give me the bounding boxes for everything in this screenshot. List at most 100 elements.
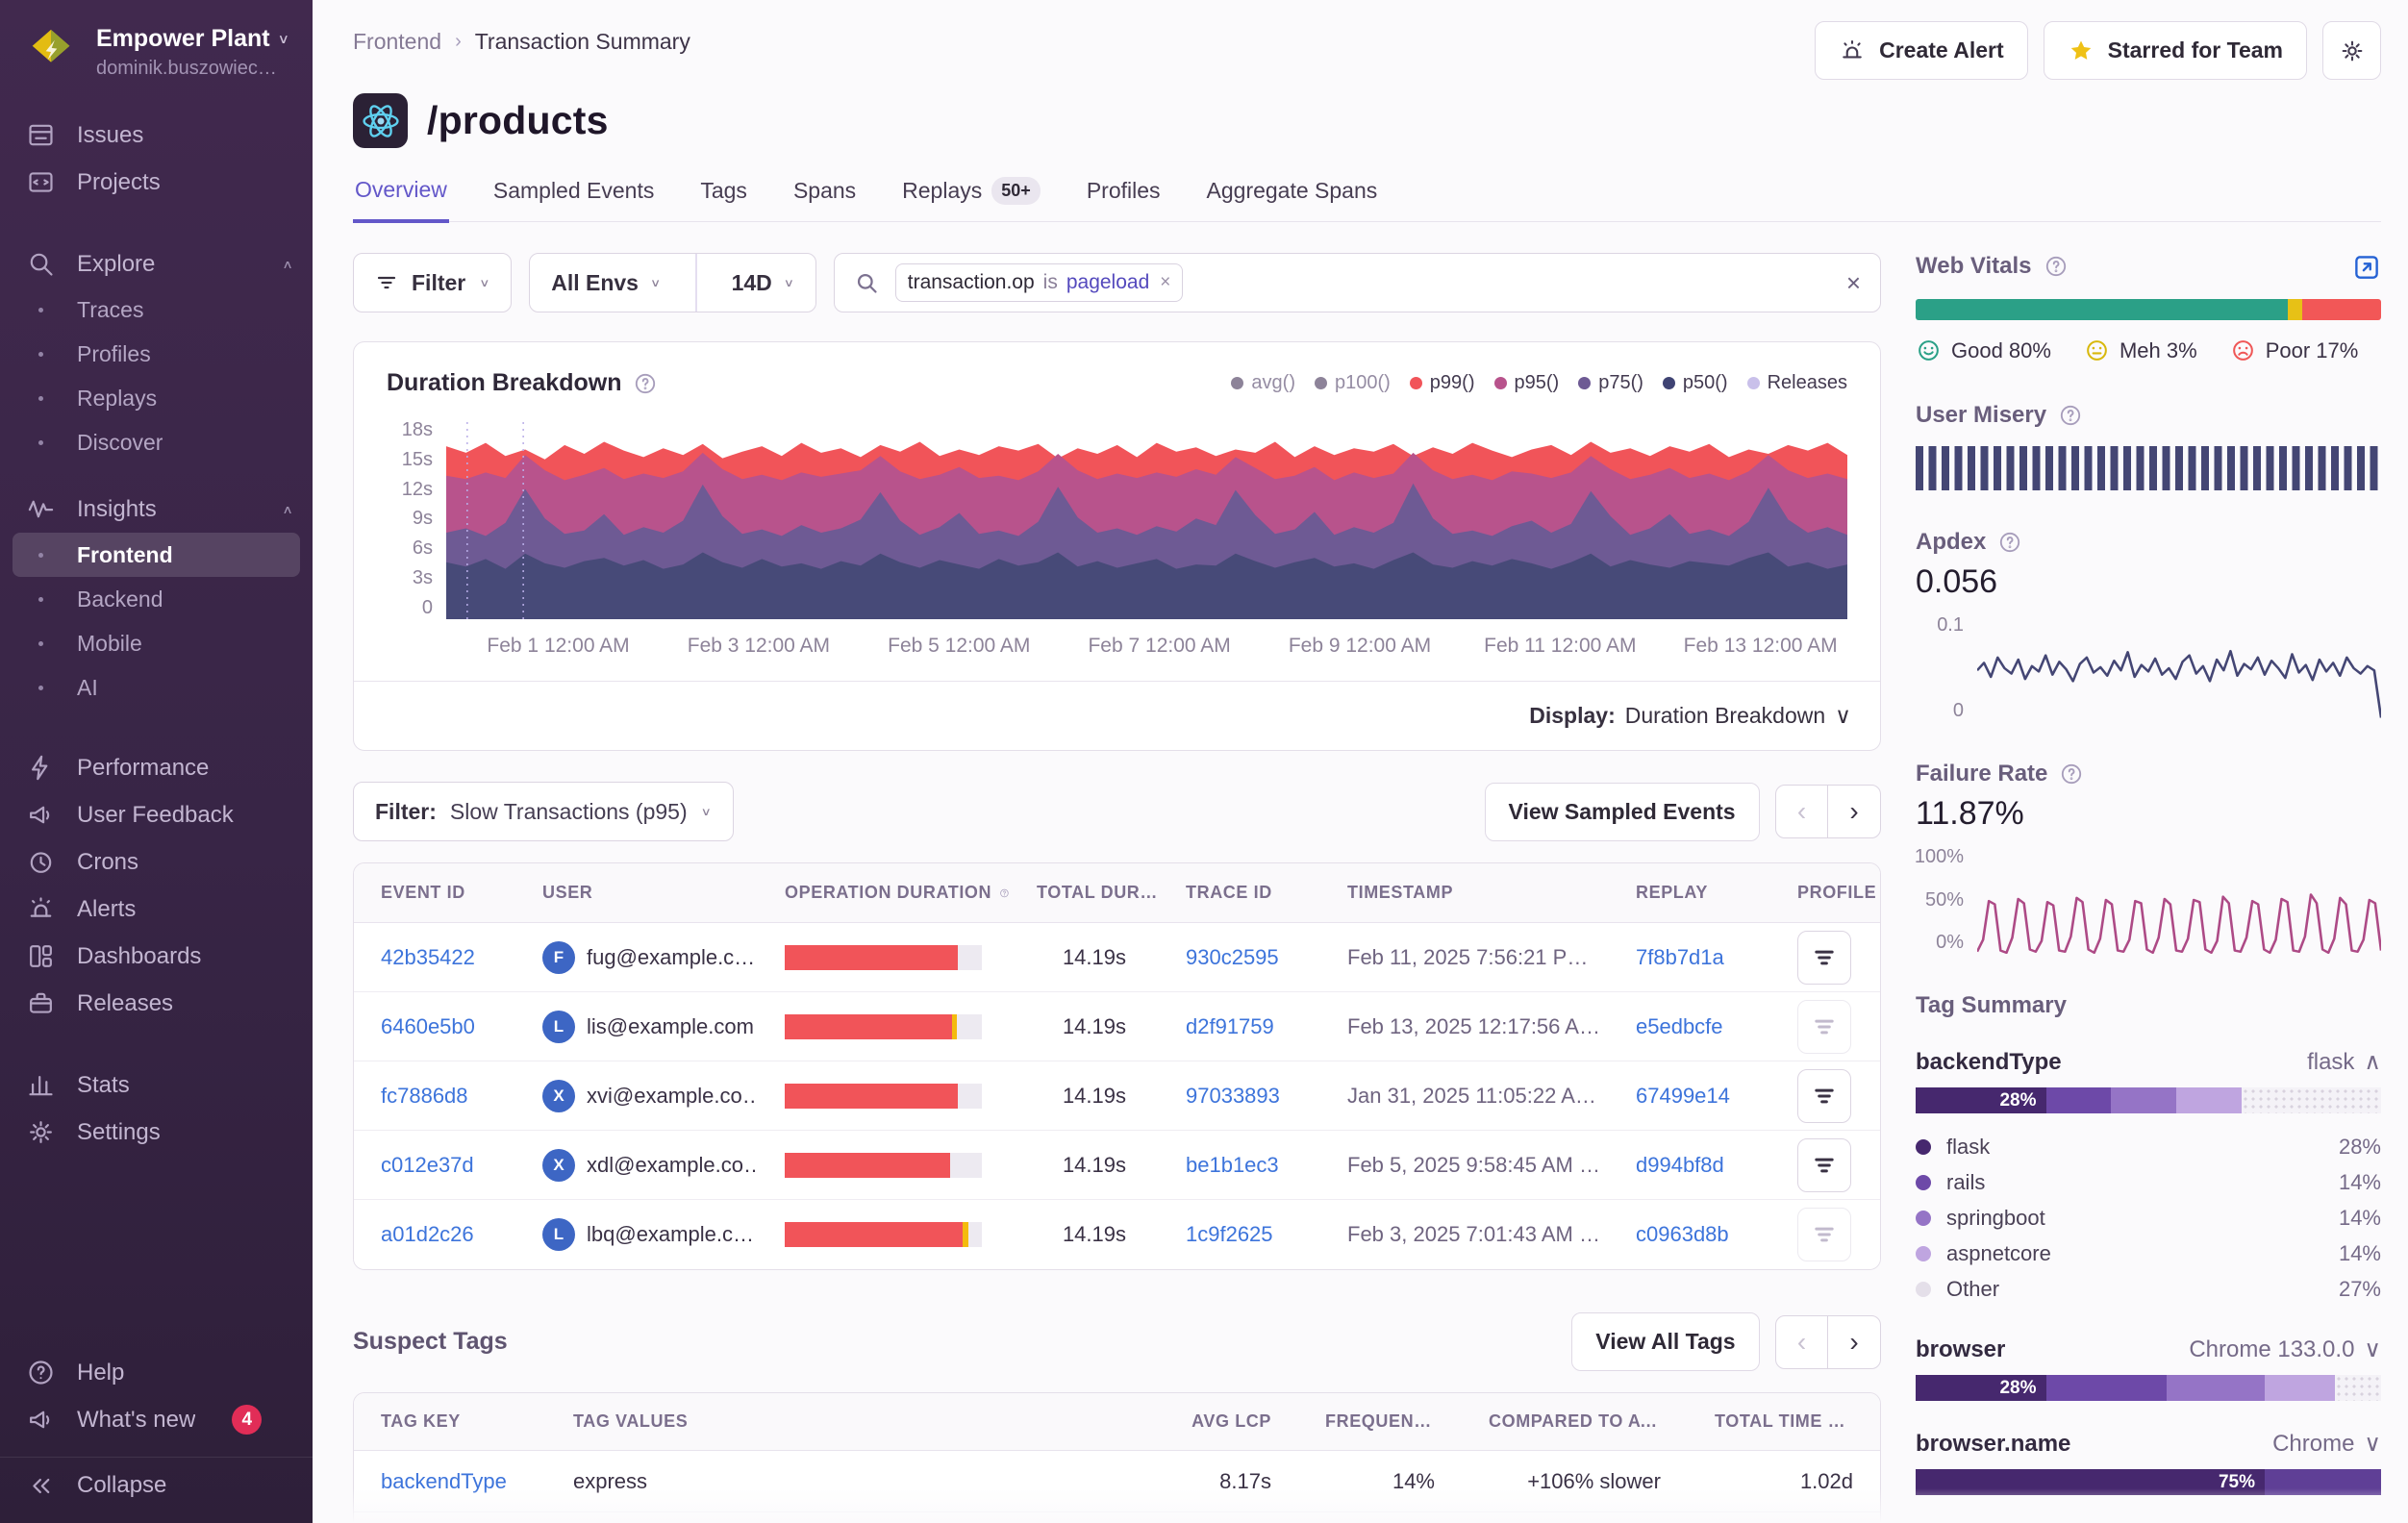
tag-distribution-bar[interactable]: 28% bbox=[1916, 1375, 2381, 1401]
period-dropdown[interactable]: 14D∨ bbox=[711, 254, 815, 312]
profile-button[interactable] bbox=[1797, 1069, 1851, 1123]
tag-legend-item[interactable]: rails 14% bbox=[1916, 1164, 2381, 1200]
display-dropdown[interactable]: Duration Breakdown∨ bbox=[1625, 703, 1851, 729]
sidebar-item-explore[interactable]: Explore ∧ bbox=[0, 240, 313, 287]
help-question-icon[interactable] bbox=[2058, 403, 2083, 428]
sidebar-item[interactable]: Dashboards bbox=[0, 933, 313, 980]
sidebar-subitem[interactable]: Traces bbox=[0, 287, 313, 332]
replay-link[interactable]: d994bf8d bbox=[1636, 1153, 1724, 1177]
sidebar-subitem[interactable]: Frontend bbox=[13, 533, 300, 577]
legend-item[interactable]: p100() bbox=[1315, 372, 1391, 394]
profile-button[interactable] bbox=[1797, 1208, 1851, 1261]
sidebar-collapse-button[interactable]: Collapse bbox=[0, 1457, 313, 1504]
legend-item[interactable]: p50() bbox=[1663, 372, 1728, 394]
search-input[interactable]: transaction.op is pageload × × bbox=[834, 253, 1881, 312]
help-question-icon[interactable] bbox=[999, 883, 1010, 904]
event-id-link[interactable]: fc7886d8 bbox=[381, 1084, 468, 1108]
sidebar-item[interactable]: Performance bbox=[0, 744, 313, 791]
profile-button[interactable] bbox=[1797, 931, 1851, 985]
sortable-column[interactable]: Total Time Lost ↓ bbox=[1688, 1411, 1880, 1432]
tag-value-dropdown[interactable]: Chrome 133.0.0∨ bbox=[2189, 1336, 2381, 1363]
replay-link[interactable]: e5edbcfe bbox=[1636, 1014, 1723, 1038]
tab[interactable]: Spans bbox=[791, 177, 858, 221]
tag-key-link[interactable]: backendType bbox=[381, 1469, 507, 1493]
tag-distribution-bar[interactable]: 75% bbox=[1916, 1469, 2381, 1495]
sidebar-item[interactable]: User Feedback bbox=[0, 791, 313, 838]
legend-item[interactable]: p95() bbox=[1494, 372, 1560, 394]
sidebar-subitem[interactable]: Profiles bbox=[0, 332, 313, 376]
trace-id-link[interactable]: be1b1ec3 bbox=[1186, 1153, 1279, 1177]
breadcrumb-frontend[interactable]: Frontend bbox=[353, 29, 441, 55]
trace-id-link[interactable]: 97033893 bbox=[1186, 1084, 1280, 1108]
replay-link[interactable]: c0963d8b bbox=[1636, 1222, 1729, 1246]
search-token-transaction-op[interactable]: transaction.op is pageload × bbox=[895, 263, 1184, 302]
pagination-next-button[interactable]: › bbox=[1827, 1315, 1881, 1369]
tag-legend-item[interactable]: springboot 14% bbox=[1916, 1200, 2381, 1236]
event-id-link[interactable]: c012e37d bbox=[381, 1153, 474, 1177]
tab[interactable]: Overview bbox=[353, 177, 449, 223]
help-question-icon[interactable] bbox=[633, 371, 658, 396]
sidebar-item[interactable]: Releases bbox=[0, 980, 313, 1027]
pagination-prev-button[interactable]: ‹ bbox=[1775, 785, 1829, 838]
create-alert-button[interactable]: Create Alert bbox=[1815, 21, 2028, 80]
duration-breakdown-chart[interactable] bbox=[446, 422, 1847, 619]
legend-item[interactable]: p99() bbox=[1410, 372, 1475, 394]
sidebar-item-insights[interactable]: Insights ∧ bbox=[0, 486, 313, 533]
tag-value-dropdown[interactable]: flask∧ bbox=[2307, 1048, 2381, 1076]
trace-id-link[interactable]: d2f91759 bbox=[1186, 1014, 1274, 1038]
sidebar-item[interactable]: Crons bbox=[0, 838, 313, 886]
trace-id-link[interactable]: 1c9f2625 bbox=[1186, 1222, 1273, 1246]
tag-legend-item[interactable]: Other 27% bbox=[1916, 1271, 2381, 1307]
sidebar-footer-item[interactable]: Help bbox=[0, 1349, 313, 1396]
search-clear-icon[interactable]: × bbox=[1846, 268, 1861, 298]
sidebar-item[interactable]: Projects bbox=[0, 159, 313, 206]
pagination-prev-button[interactable]: ‹ bbox=[1775, 1315, 1829, 1369]
event-id-link[interactable]: 6460e5b0 bbox=[381, 1014, 475, 1038]
view-sampled-events-button[interactable]: View Sampled Events bbox=[1485, 783, 1760, 841]
sidebar-item[interactable]: Stats bbox=[0, 1061, 313, 1109]
sidebar-item[interactable]: Alerts bbox=[0, 886, 313, 933]
sidebar-subitem[interactable]: Backend bbox=[0, 577, 313, 621]
event-id-link[interactable]: a01d2c26 bbox=[381, 1222, 474, 1246]
help-question-icon[interactable] bbox=[2044, 254, 2069, 279]
replay-link[interactable]: 7f8b7d1a bbox=[1636, 945, 1724, 969]
sidebar-subitem[interactable]: Discover bbox=[0, 420, 313, 464]
sidebar-item[interactable]: Issues bbox=[0, 112, 313, 159]
replay-link[interactable]: 67499e14 bbox=[1636, 1084, 1730, 1108]
help-question-icon[interactable] bbox=[1997, 530, 2022, 555]
event-id-link[interactable]: 42b35422 bbox=[381, 945, 475, 969]
profile-button[interactable] bbox=[1797, 1000, 1851, 1054]
legend-item[interactable]: Releases bbox=[1747, 372, 1847, 394]
sidebar-subitem[interactable]: Mobile bbox=[0, 621, 313, 665]
transactions-filter-dropdown[interactable]: Filter: Slow Transactions (p95) ∨ bbox=[353, 782, 734, 841]
tab[interactable]: Tags bbox=[698, 177, 749, 221]
token-remove-icon[interactable]: × bbox=[1160, 272, 1170, 293]
filter-dropdown[interactable]: Filter ∨ bbox=[353, 253, 512, 312]
legend-dot-icon bbox=[1494, 377, 1507, 389]
org-name[interactable]: Empower Plant∨ bbox=[96, 25, 289, 53]
tag-value-dropdown[interactable]: Chrome∨ bbox=[2272, 1430, 2381, 1458]
legend-item[interactable]: avg() bbox=[1231, 372, 1295, 394]
trace-id-link[interactable]: 930c2595 bbox=[1186, 945, 1279, 969]
sidebar-subitem[interactable]: Replays bbox=[0, 376, 313, 420]
env-dropdown[interactable]: All Envs∨ bbox=[530, 254, 682, 312]
pagination-next-button[interactable]: › bbox=[1827, 785, 1881, 838]
help-question-icon[interactable] bbox=[2059, 762, 2084, 786]
tab[interactable]: Profiles bbox=[1085, 177, 1163, 221]
tag-legend-item[interactable]: aspnetcore 14% bbox=[1916, 1236, 2381, 1271]
sidebar-footer-item[interactable]: What's new 4 bbox=[0, 1396, 313, 1443]
profile-button[interactable] bbox=[1797, 1138, 1851, 1192]
tag-legend-item[interactable]: flask 28% bbox=[1916, 1129, 2381, 1164]
tag-distribution-bar[interactable]: 28% bbox=[1916, 1087, 2381, 1113]
view-all-tags-button[interactable]: View All Tags bbox=[1571, 1312, 1759, 1371]
settings-gear-button[interactable] bbox=[2322, 21, 2381, 80]
tab[interactable]: Replays 50+ bbox=[900, 177, 1042, 221]
sidebar-item[interactable]: Settings bbox=[0, 1109, 313, 1156]
tab[interactable]: Sampled Events bbox=[491, 177, 656, 221]
open-in-new-icon[interactable] bbox=[2352, 253, 2381, 282]
org-switcher[interactable]: Empower Plant∨ dominik.buszowiec… bbox=[0, 25, 313, 90]
starred-for-team-button[interactable]: Starred for Team bbox=[2044, 21, 2307, 80]
legend-item[interactable]: p75() bbox=[1578, 372, 1643, 394]
sidebar-subitem[interactable]: AI bbox=[0, 665, 313, 710]
tab[interactable]: Aggregate Spans bbox=[1205, 177, 1380, 221]
